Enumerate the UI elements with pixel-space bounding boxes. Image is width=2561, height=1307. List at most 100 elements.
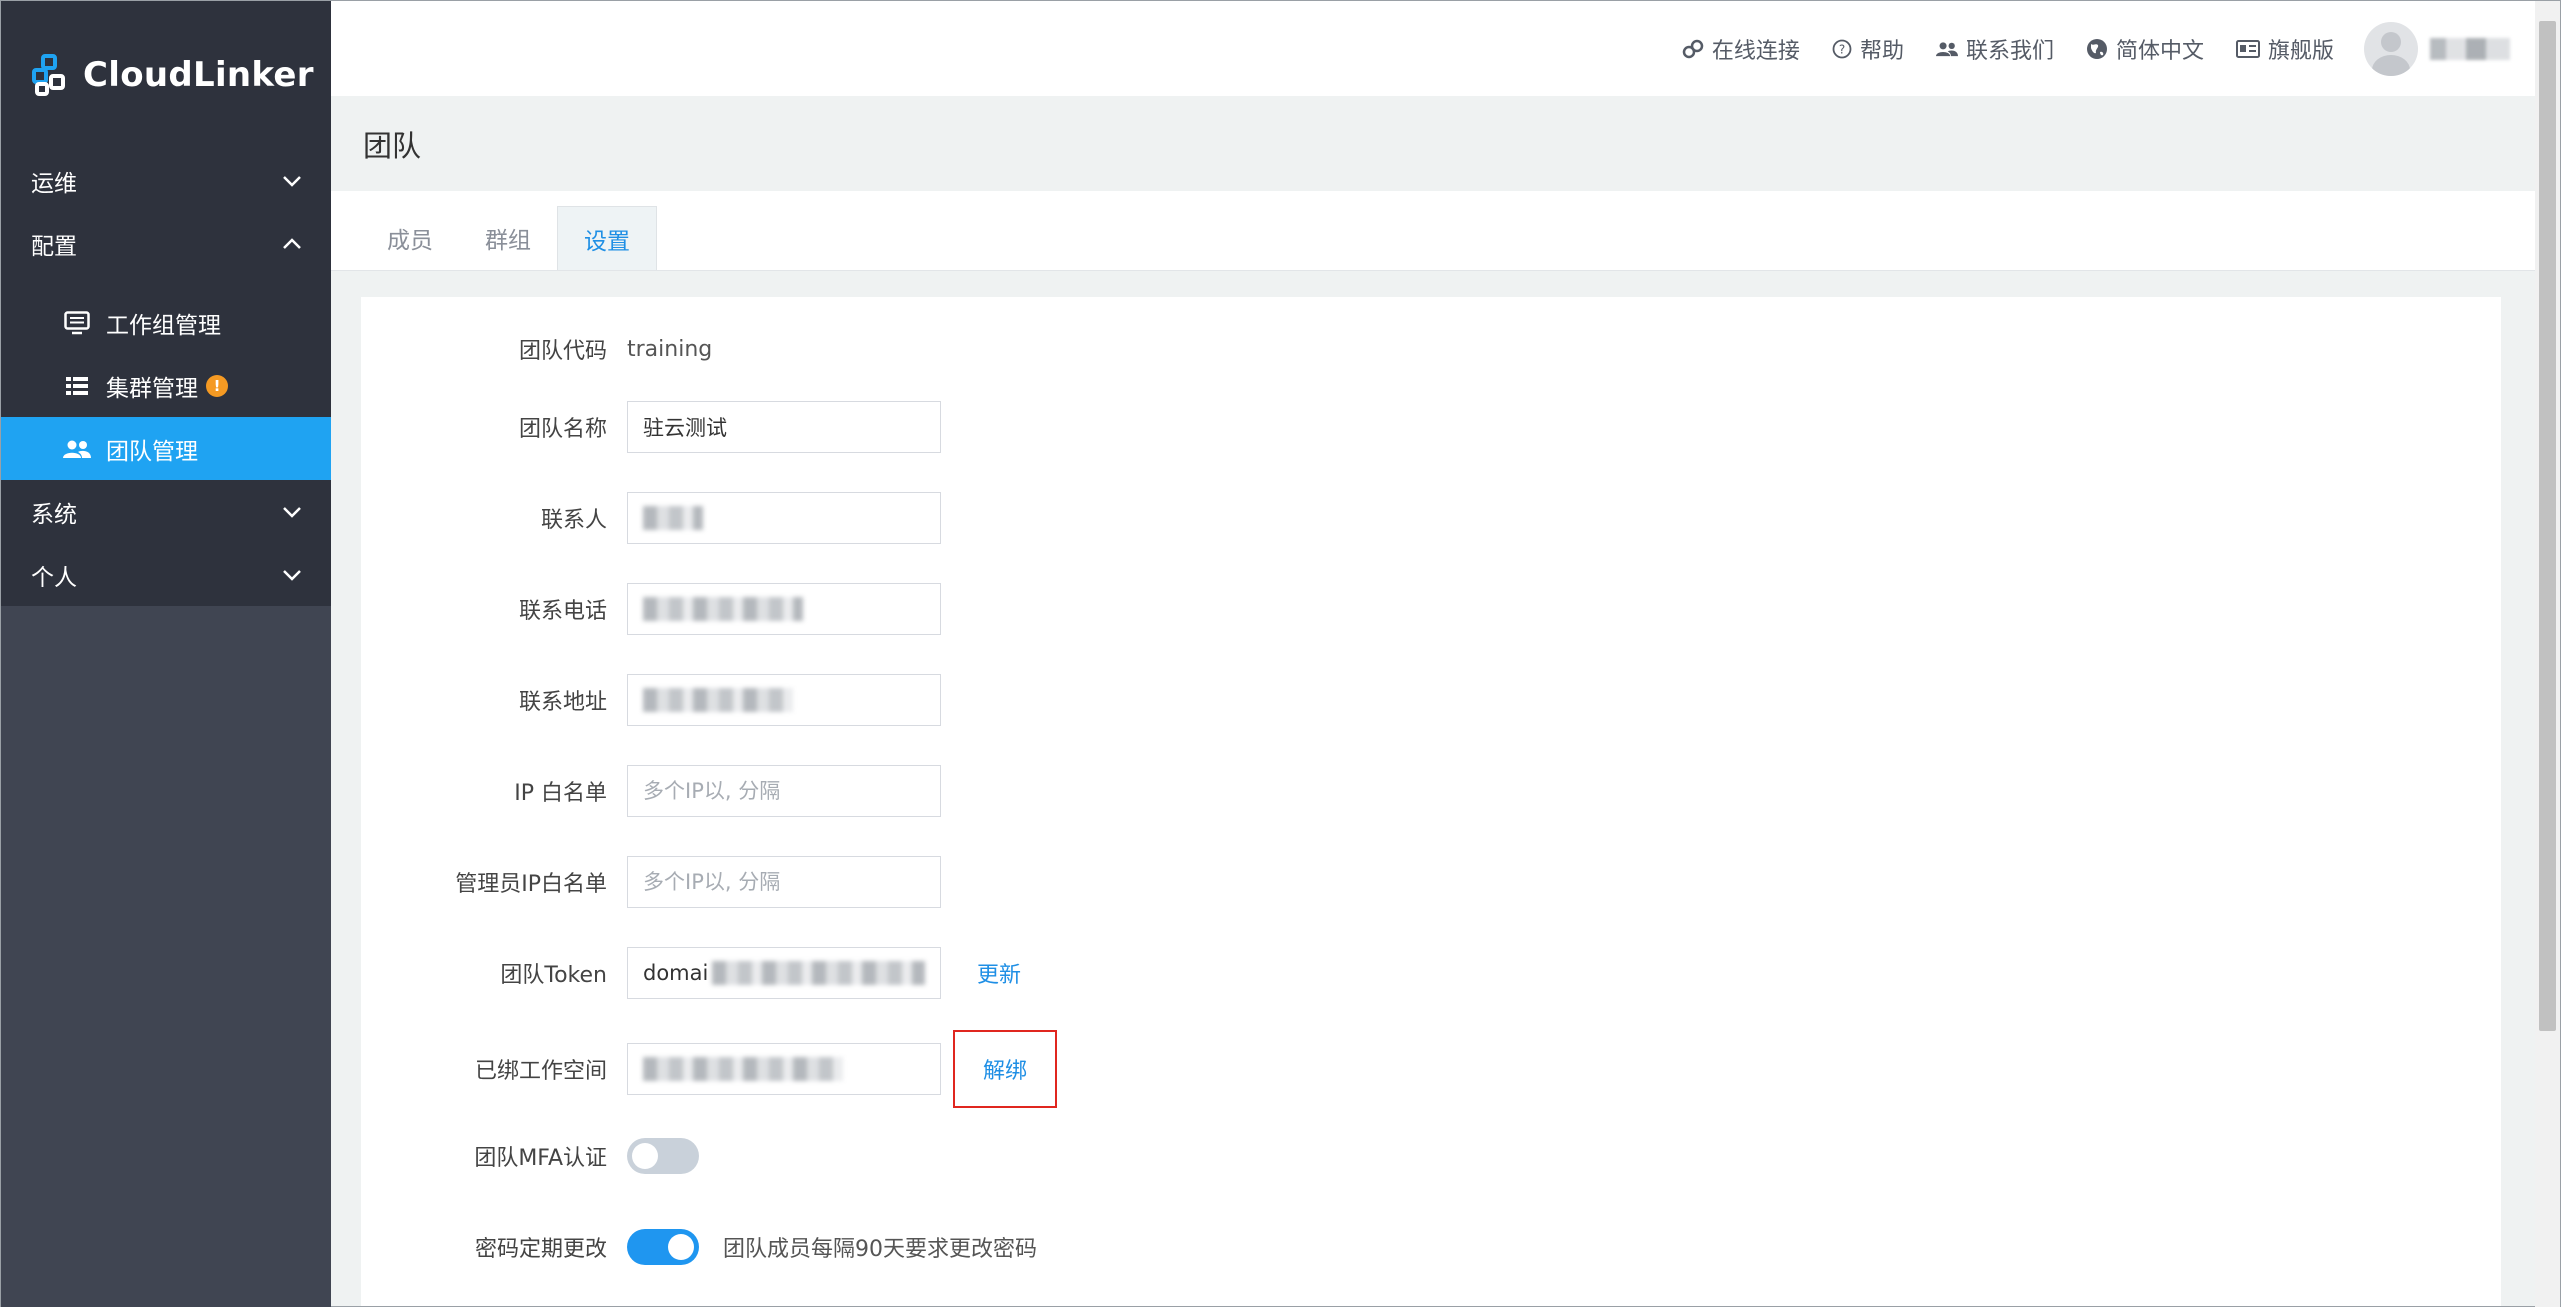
contact-us-link[interactable]: 联系我们	[1935, 33, 2054, 65]
phone-label: 联系电话	[518, 599, 607, 624]
sidebar-group-config[interactable]: 配置	[1, 212, 331, 275]
ip-whitelist-label: IP 白名单	[514, 781, 607, 806]
app-window: CloudLinker 运维 配置 工作组管理 集群管理 ! 团队管理 系统 个…	[0, 0, 2561, 1307]
toggle-knob	[632, 1143, 658, 1169]
bound-workspace-input[interactable]	[627, 1043, 941, 1095]
svg-text:?: ?	[1839, 42, 1845, 56]
admin-ip-whitelist-label: 管理员IP白名单	[455, 872, 607, 897]
chevron-down-icon	[283, 175, 301, 187]
sidebar: CloudLinker 运维 配置 工作组管理 集群管理 ! 团队管理 系统 个…	[1, 1, 331, 1307]
cloudlinker-logo-icon	[32, 54, 65, 96]
redacted-value	[643, 688, 793, 712]
address-row: 联系地址	[361, 674, 941, 726]
avatar	[2364, 21, 2418, 76]
tab-members[interactable]: 成员	[361, 206, 459, 270]
sidebar-group-ops[interactable]: 运维	[1, 149, 331, 212]
sidebar-item-cluster[interactable]: 集群管理 !	[1, 354, 331, 417]
sidebar-group-label: 配置	[31, 233, 77, 260]
sidebar-group-label: 运维	[31, 170, 77, 197]
bound-workspace-row: 已绑工作空间 解绑	[361, 1030, 1057, 1108]
team-token-input[interactable]: domai	[627, 947, 941, 999]
chevron-down-icon	[283, 506, 301, 518]
help-link[interactable]: ? 帮助	[1832, 33, 1904, 65]
edition-label: 旗舰版	[2267, 38, 2334, 64]
online-connect-link[interactable]: 在线连接	[1682, 33, 1800, 65]
logo-text: CloudLinker	[83, 55, 314, 95]
online-connect-label: 在线连接	[1711, 38, 1800, 64]
contact-us-label: 联系我们	[1965, 38, 2054, 64]
admin-ip-whitelist-input[interactable]	[627, 856, 941, 908]
redacted-value	[643, 1057, 843, 1081]
phone-row: 联系电话	[361, 583, 941, 635]
team-code-row: 团队代码 training	[361, 329, 712, 369]
team-mfa-row: 团队MFA认证	[361, 1138, 699, 1174]
list-icon	[63, 372, 91, 400]
user-menu[interactable]	[2364, 21, 2510, 76]
toggle-knob	[668, 1234, 694, 1260]
contact-label: 联系人	[540, 508, 607, 533]
edition-link[interactable]: 旗舰版	[2235, 33, 2334, 65]
settings-card: 团队代码 training 团队名称 联系人 联系电话 联系地址	[361, 297, 2501, 1306]
top-bar: 在线连接 ? 帮助 联系我们 简体中文 旗舰版	[331, 1, 2560, 96]
warning-badge-icon: !	[206, 374, 228, 397]
sidebar-group-system[interactable]: 系统	[1, 480, 331, 543]
password-rotation-hint: 团队成员每隔90天要求更改密码	[723, 1237, 1037, 1262]
redacted-value	[643, 506, 703, 530]
config-submenu: 工作组管理 集群管理 ! 团队管理	[1, 275, 331, 480]
team-mfa-label: 团队MFA认证	[474, 1146, 607, 1171]
team-mfa-toggle[interactable]	[627, 1138, 699, 1174]
admin-ip-whitelist-row: 管理员IP白名单	[361, 856, 941, 908]
help-label: 帮助	[1859, 38, 1904, 64]
sidebar-item-label: 团队管理	[106, 438, 198, 465]
logo[interactable]: CloudLinker	[1, 1, 331, 149]
ip-whitelist-input[interactable]	[627, 765, 941, 817]
sidebar-item-label: 工作组管理	[106, 312, 221, 339]
scrollbar-thumb[interactable]	[2539, 21, 2556, 1031]
address-input[interactable]	[627, 674, 941, 726]
page-header: 团队	[331, 96, 2535, 191]
sidebar-group-label: 个人	[31, 564, 77, 591]
password-rotation-toggle[interactable]	[627, 1229, 699, 1265]
unbind-workspace-button[interactable]: 解绑	[953, 1030, 1057, 1108]
tab-settings[interactable]: 设置	[557, 206, 657, 270]
team-name-label: 团队名称	[518, 417, 607, 442]
contact-row: 联系人	[361, 492, 941, 544]
user-name-redacted	[2430, 37, 2510, 60]
team-name-input[interactable]	[627, 401, 941, 453]
help-icon: ?	[1832, 39, 1852, 58]
tabs-bar: 成员 群组 设置	[331, 191, 2535, 271]
language-label: 简体中文	[2115, 38, 2204, 64]
team-code-value: training	[627, 336, 713, 362]
team-token-row: 团队Token domai 更新	[361, 947, 1021, 999]
chevron-down-icon	[283, 569, 301, 581]
ip-whitelist-row: IP 白名单	[361, 765, 941, 817]
tab-groups[interactable]: 群组	[459, 206, 557, 270]
team-name-row: 团队名称	[361, 401, 941, 453]
monitor-list-icon	[63, 309, 91, 337]
sidebar-group-personal[interactable]: 个人	[1, 543, 331, 606]
phone-input[interactable]	[627, 583, 941, 635]
people-icon	[63, 435, 91, 463]
sidebar-item-workgroup[interactable]: 工作组管理	[1, 291, 331, 354]
token-prefix: domai	[643, 961, 709, 985]
link-icon	[1682, 39, 1704, 58]
password-rotation-label: 密码定期更改	[474, 1237, 607, 1262]
password-rotation-row: 密码定期更改 团队成员每隔90天要求更改密码	[361, 1229, 1037, 1265]
team-code-label: 团队代码	[518, 339, 607, 364]
page-scrollbar[interactable]	[2535, 1, 2560, 1307]
page-title: 团队	[363, 128, 422, 163]
sidebar-group-label: 系统	[31, 501, 77, 528]
globe-icon	[2086, 38, 2107, 59]
chevron-up-icon	[283, 237, 301, 249]
team-token-label: 团队Token	[500, 963, 607, 988]
bound-workspace-label: 已绑工作空间	[474, 1059, 607, 1084]
refresh-token-link[interactable]: 更新	[977, 957, 1021, 989]
redacted-value	[712, 961, 925, 985]
language-switch[interactable]: 简体中文	[2086, 33, 2204, 65]
contact-input[interactable]	[627, 492, 941, 544]
sidebar-item-team[interactable]: 团队管理	[1, 417, 331, 480]
people-icon	[1935, 41, 1958, 56]
redacted-value	[643, 597, 803, 621]
sidebar-menu: 运维 配置 工作组管理 集群管理 ! 团队管理 系统 个人	[1, 149, 331, 606]
id-card-icon	[2235, 39, 2260, 58]
